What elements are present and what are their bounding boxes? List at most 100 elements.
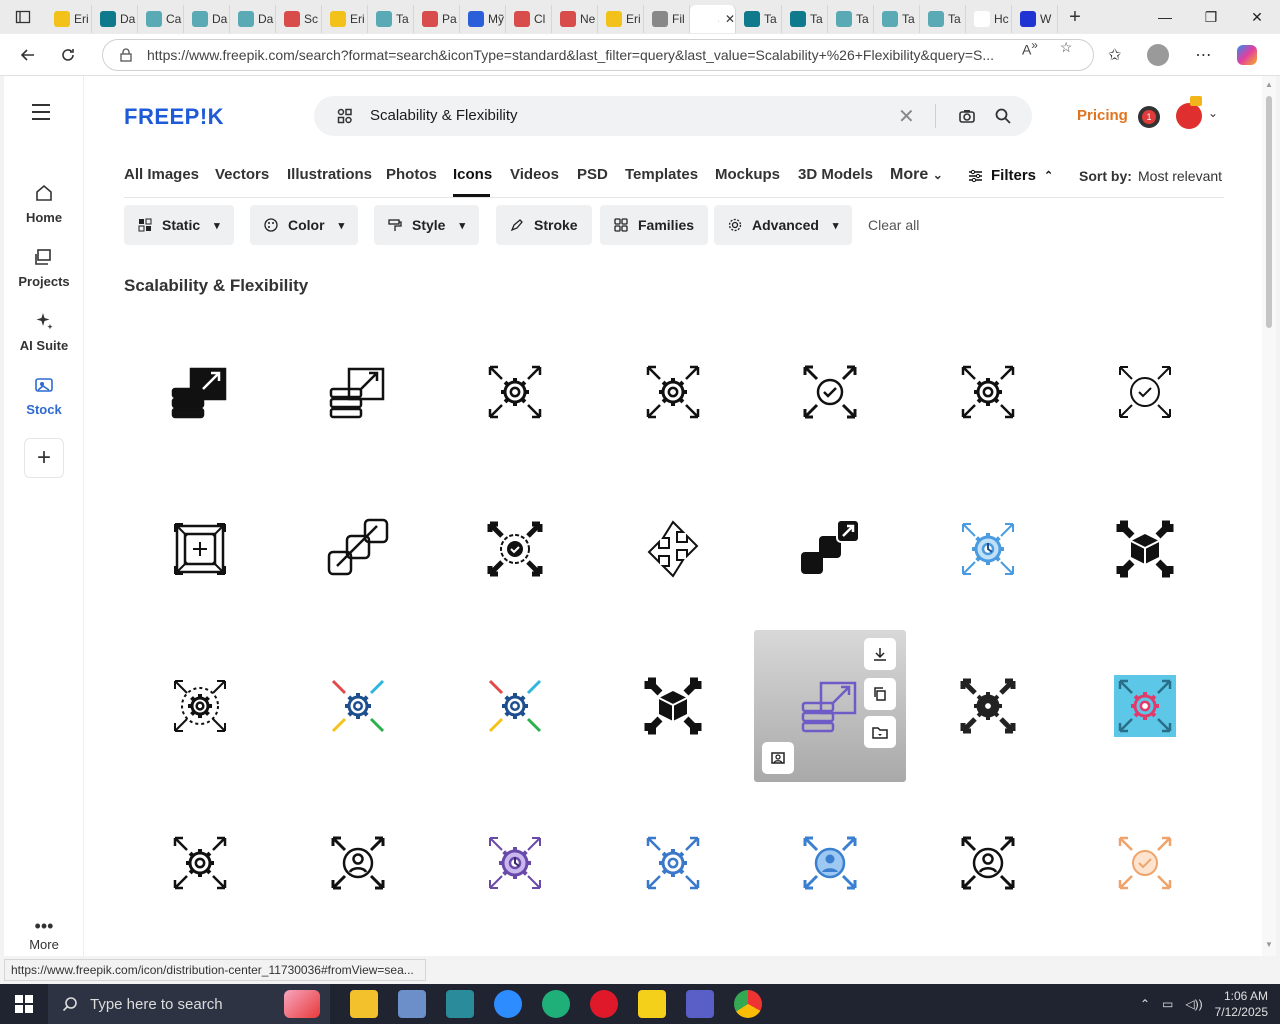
pricing-link[interactable]: Pricing	[1077, 107, 1128, 124]
tab-all-images[interactable]: All Images	[124, 166, 199, 183]
minimize-button[interactable]: —	[1142, 0, 1188, 34]
sidebar-item-ai-suite[interactable]: AI Suite	[4, 310, 84, 353]
tab-illustrations[interactable]: Illustrations	[287, 166, 372, 183]
icon-result-card[interactable]	[124, 473, 276, 625]
copy-button[interactable]	[864, 678, 896, 710]
search-input[interactable]: Scalability & Flexibility	[370, 107, 518, 124]
hamburger-menu-icon[interactable]	[32, 104, 56, 124]
icon-result-card[interactable]	[912, 473, 1064, 625]
new-tab-button[interactable]: +	[1058, 0, 1092, 34]
sidebar-item-more[interactable]: ••• More	[4, 916, 84, 952]
scroll-down-arrow-icon[interactable]: ▼	[1265, 940, 1273, 949]
browser-tab[interactable]: Sc ✕	[690, 5, 736, 33]
icon-result-card[interactable]	[1069, 787, 1221, 939]
network-icon[interactable]: ▭	[1162, 997, 1173, 1011]
user-avatar[interactable]	[1176, 103, 1202, 129]
browser-tab[interactable]: Eri	[322, 5, 368, 33]
stroke-filter-chip[interactable]: Stroke	[496, 205, 592, 245]
sort-by-dropdown[interactable]: Most relevant	[1138, 168, 1222, 184]
icon-result-card[interactable]	[912, 787, 1064, 939]
paint-app-icon[interactable]	[398, 990, 426, 1018]
tray-chevron-up-icon[interactable]: ⌃	[1140, 997, 1150, 1011]
close-window-button[interactable]: ✕	[1234, 0, 1280, 34]
browser-tab[interactable]: Hc	[966, 5, 1012, 33]
browser-tab[interactable]: Mỹ	[460, 5, 506, 33]
icon-result-card[interactable]	[912, 630, 1064, 782]
icon-result-card[interactable]	[282, 630, 434, 782]
sidebar-item-stock[interactable]: Stock	[4, 374, 84, 417]
icon-result-card[interactable]	[439, 473, 591, 625]
advanced-filter-chip[interactable]: Advanced ▾	[714, 205, 853, 245]
icon-result-card[interactable]	[1069, 316, 1221, 468]
tab-videos[interactable]: Videos	[510, 166, 559, 183]
icon-result-card[interactable]	[282, 473, 434, 625]
browser-tab[interactable]: Pa	[414, 5, 460, 33]
clear-search-icon[interactable]: ✕	[898, 104, 915, 129]
freepik-logo[interactable]: FREEP!K	[124, 104, 224, 130]
families-filter-chip[interactable]: Families	[600, 205, 709, 245]
icon-result-card[interactable]	[597, 316, 749, 468]
chevron-down-icon[interactable]: ⌄	[1208, 106, 1218, 120]
tab-photos[interactable]: Photos	[386, 166, 437, 183]
back-button[interactable]	[8, 35, 48, 75]
icon-result-card[interactable]	[439, 630, 591, 782]
icon-result-card[interactable]	[754, 473, 906, 625]
icon-result-card[interactable]	[597, 473, 749, 625]
page-scrollbar[interactable]: ▲ ▼	[1262, 76, 1276, 956]
icon-result-card[interactable]	[597, 630, 749, 782]
browser-tab[interactable]: Eri	[598, 5, 644, 33]
browser-tab[interactable]: Ta	[782, 5, 828, 33]
icon-result-card[interactable]	[754, 787, 906, 939]
tab-mockups[interactable]: Mockups	[715, 166, 780, 183]
icon-result-card[interactable]	[124, 630, 276, 782]
browser-tab[interactable]: Ta	[920, 5, 966, 33]
browser-tab[interactable]: Ta	[368, 5, 414, 33]
reload-button[interactable]	[48, 35, 88, 75]
close-tab-icon[interactable]: ✕	[725, 12, 735, 26]
icon-result-card[interactable]	[282, 787, 434, 939]
browser-tab[interactable]: Fil	[644, 5, 690, 33]
style-filter-chip[interactable]: Style ▾	[374, 205, 479, 245]
save-to-collection-button[interactable]	[864, 716, 896, 748]
sticky-notes-icon[interactable]	[638, 990, 666, 1018]
sidebar-item-home[interactable]: Home	[4, 182, 84, 225]
address-bar[interactable]: https://www.freepik.com/search?format=se…	[102, 39, 1094, 71]
browser-tab[interactable]: Cl	[506, 5, 552, 33]
browser-tab[interactable]: Ne	[552, 5, 598, 33]
static-filter-chip[interactable]: Static ▾	[124, 205, 234, 245]
opera-icon[interactable]	[590, 990, 618, 1018]
icon-result-card[interactable]	[597, 787, 749, 939]
browser-tab[interactable]: Da	[230, 5, 276, 33]
browser-tab[interactable]: W	[1012, 5, 1058, 33]
icon-result-card[interactable]	[282, 316, 434, 468]
icon-result-card[interactable]	[1069, 630, 1221, 782]
search-type-icon[interactable]	[336, 107, 354, 125]
icon-result-card[interactable]	[124, 787, 276, 939]
scroll-up-arrow-icon[interactable]: ▲	[1265, 80, 1273, 89]
taskbar-search[interactable]: Type here to search	[48, 984, 330, 1024]
tab-vectors[interactable]: Vectors	[215, 166, 269, 183]
taskbar-clock[interactable]: 1:06 AM 7/12/2025	[1215, 988, 1268, 1020]
add-button[interactable]: +	[24, 438, 64, 478]
edit-image-button[interactable]	[762, 742, 794, 774]
edge-icon[interactable]	[542, 990, 570, 1018]
favorite-star-icon[interactable]: ☆	[1060, 39, 1073, 58]
icon-result-card[interactable]	[124, 316, 276, 468]
browser-tab[interactable]: Eri	[46, 5, 92, 33]
start-button[interactable]	[0, 984, 48, 1024]
browser-tab[interactable]: Sc	[276, 5, 322, 33]
url-text[interactable]: https://www.freepik.com/search?format=se…	[147, 47, 1007, 63]
tab-templates[interactable]: Templates	[625, 166, 698, 183]
maximize-button[interactable]: ❐	[1188, 0, 1234, 34]
browser-tab[interactable]: Ta	[736, 5, 782, 33]
chrome-icon[interactable]	[734, 990, 762, 1018]
sidebar-item-projects[interactable]: Projects	[4, 246, 84, 289]
icon-result-card[interactable]	[439, 787, 591, 939]
scroll-thumb[interactable]	[1266, 96, 1272, 328]
color-filter-chip[interactable]: Color ▾	[250, 205, 359, 245]
icon-result-card[interactable]	[754, 316, 906, 468]
icon-result-card[interactable]	[754, 630, 906, 782]
tab-icons[interactable]: Icons	[453, 166, 492, 183]
site-info-icon[interactable]	[119, 48, 133, 62]
clear-all-filters-link[interactable]: Clear all	[868, 217, 919, 233]
